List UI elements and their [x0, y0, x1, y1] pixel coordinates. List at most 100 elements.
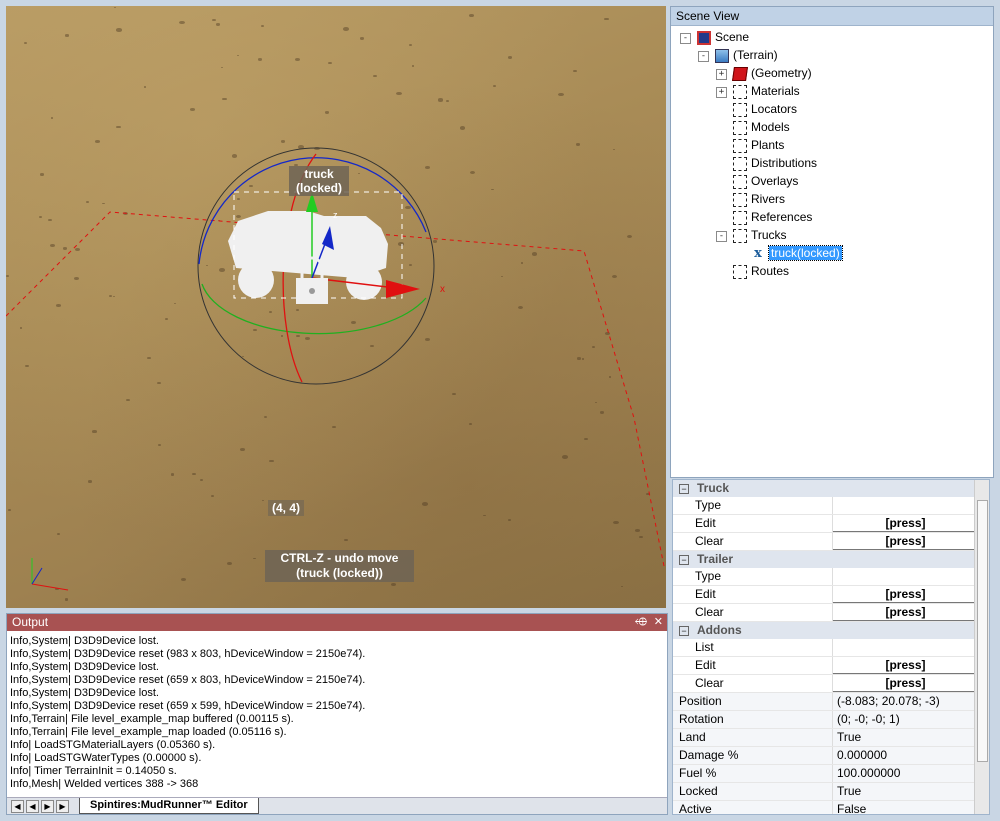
property-grid[interactable]: − Truck Type Edit [press] Clear [press] − Traile…	[673, 480, 975, 814]
property-name: Edit	[673, 657, 833, 674]
tree-item-materials[interactable]: Materials	[733, 83, 800, 100]
tree-item-truck-locked[interactable]: x truck(locked)	[751, 245, 843, 262]
property-row[interactable]: Land True	[673, 729, 975, 747]
tree-item-locators[interactable]: Locators	[733, 101, 797, 118]
property-name: Type	[673, 568, 833, 585]
first-tab-icon[interactable]: ◀	[11, 800, 24, 813]
property-value[interactable]	[833, 568, 975, 585]
output-log: Info,System| D3D9Device lost. Info,System…	[7, 631, 667, 791]
property-row[interactable]: Rotation (0; -0; -0; 1)	[673, 711, 975, 729]
tree-item-models[interactable]: Models	[733, 119, 790, 136]
tree-item-routes[interactable]: Routes	[733, 263, 789, 280]
z-axis-label: z	[333, 210, 338, 220]
log-line: Info| LoadSTGWaterTypes (0.00000 s).	[10, 752, 202, 764]
undo-hint: CTRL-Z - undo move (truck (locked))	[265, 550, 414, 582]
tree-item-label: Models	[751, 120, 790, 134]
tree-item-references[interactable]: References	[733, 209, 812, 226]
property-row[interactable]: Edit [press]	[673, 586, 975, 604]
pin-icon[interactable]: ⬲	[635, 614, 647, 631]
gizmo-overlay: x z	[6, 147, 665, 591]
property-value[interactable]: True	[833, 729, 975, 746]
property-row[interactable]: Clear [press]	[673, 533, 975, 551]
tree-item-label: truck(locked)	[768, 245, 843, 261]
press-button[interactable]: [press]	[833, 675, 975, 692]
property-row[interactable]: Type	[673, 497, 975, 515]
tree-item-label: Locators	[751, 102, 798, 116]
world-x-axis	[31, 583, 69, 591]
property-row[interactable]: Clear [press]	[673, 604, 975, 622]
tree-item-plants[interactable]: Plants	[733, 137, 784, 154]
press-button[interactable]: [press]	[833, 533, 975, 550]
output-title: Output	[12, 615, 49, 629]
expand-toggle-icon[interactable]: -	[716, 231, 727, 242]
property-value[interactable]: 100.000000	[833, 765, 975, 782]
property-row[interactable]: Type	[673, 568, 975, 586]
properties-panel: − Truck Type Edit [press] Clear [press] − Traile…	[672, 479, 990, 815]
property-row[interactable]: Edit [press]	[673, 657, 975, 675]
close-icon[interactable]: ✕	[654, 614, 663, 631]
property-value[interactable]: (-8.083; 20.078; -3)	[833, 693, 975, 710]
prev-tab-icon[interactable]: ◀	[26, 800, 39, 813]
tree-item-label: Distributions	[751, 156, 818, 170]
property-row[interactable]: Fuel % 100.000000	[673, 765, 975, 783]
last-tab-icon[interactable]: ▶	[56, 800, 69, 813]
scrollbar-thumb[interactable]	[977, 500, 988, 762]
category-trailer[interactable]: − Trailer	[673, 551, 975, 568]
category-label: Addons	[697, 623, 742, 637]
press-button[interactable]: [press]	[833, 657, 975, 674]
expand-toggle-icon[interactable]: -	[680, 33, 691, 44]
log-line: Info| Timer TerrainInit = 0.14050 s.	[10, 765, 177, 777]
selected-object-label: truck (locked)	[289, 166, 349, 196]
tree-item-scene[interactable]: Scene	[697, 29, 749, 46]
tree-item-rivers[interactable]: Rivers	[733, 191, 785, 208]
property-row[interactable]: List	[673, 639, 975, 657]
property-row[interactable]: Locked True	[673, 783, 975, 801]
property-value[interactable]: False	[833, 801, 975, 814]
collapse-icon[interactable]: −	[679, 555, 689, 565]
property-name: Edit	[673, 586, 833, 603]
tree-item-label: Trucks	[751, 228, 787, 242]
property-name: Clear	[673, 604, 833, 621]
tree-item-overlays[interactable]: Overlays	[733, 173, 798, 190]
property-row[interactable]: Edit [press]	[673, 515, 975, 533]
property-row[interactable]: Position (-8.083; 20.078; -3)	[673, 693, 975, 711]
tree-item-distributions[interactable]: Distributions	[733, 155, 817, 172]
press-button[interactable]: [press]	[833, 604, 975, 621]
log-line: Info,System| D3D9Device lost.	[10, 661, 159, 673]
expand-toggle-icon[interactable]: +	[716, 69, 727, 80]
3d-viewport[interactable]: x z truck (locked) (4, 4) CTRL-Z - undo …	[6, 6, 666, 608]
tree-item-trucks[interactable]: Trucks	[733, 227, 787, 244]
property-name: Position	[673, 693, 833, 710]
property-row[interactable]: Damage % 0.000000	[673, 747, 975, 765]
press-button[interactable]: [press]	[833, 586, 975, 603]
properties-scrollbar[interactable]	[974, 480, 989, 814]
tree-item-label: Materials	[751, 84, 800, 98]
output-title-bar: Output ⬲ ✕	[7, 614, 667, 631]
scene-icon	[697, 30, 711, 45]
next-tab-icon[interactable]: ▶	[41, 800, 54, 813]
category-truck[interactable]: − Truck	[673, 480, 975, 497]
property-value[interactable]: True	[833, 783, 975, 800]
tree-item-label: References	[751, 210, 813, 224]
property-row[interactable]: Clear [press]	[673, 675, 975, 693]
tree-item-label: Scene	[715, 30, 750, 44]
tree-item-geometry[interactable]: (Geometry)	[732, 65, 812, 82]
category-addons[interactable]: − Addons	[673, 622, 975, 639]
collapse-icon[interactable]: −	[679, 484, 689, 494]
expand-toggle-icon[interactable]: -	[698, 51, 709, 62]
log-line: Info| LoadSTGMaterialLayers (0.05360 s).	[10, 739, 216, 751]
property-value[interactable]	[833, 639, 975, 656]
folder-icon	[733, 192, 747, 207]
x-axis-arrow[interactable]	[386, 280, 420, 298]
folder-icon	[733, 138, 747, 153]
expand-toggle-icon[interactable]: +	[716, 87, 727, 98]
property-value[interactable]: 0.000000	[833, 747, 975, 764]
property-value[interactable]: (0; -0; -0; 1)	[833, 711, 975, 728]
property-value[interactable]	[833, 497, 975, 514]
tab-editor[interactable]: Spintires:MudRunner™ Editor	[79, 798, 259, 814]
property-name: Locked	[673, 783, 833, 800]
tree-item-terrain[interactable]: (Terrain)	[715, 47, 778, 64]
press-button[interactable]: [press]	[833, 515, 975, 532]
collapse-icon[interactable]: −	[679, 626, 689, 636]
property-row[interactable]: Active False	[673, 801, 975, 814]
